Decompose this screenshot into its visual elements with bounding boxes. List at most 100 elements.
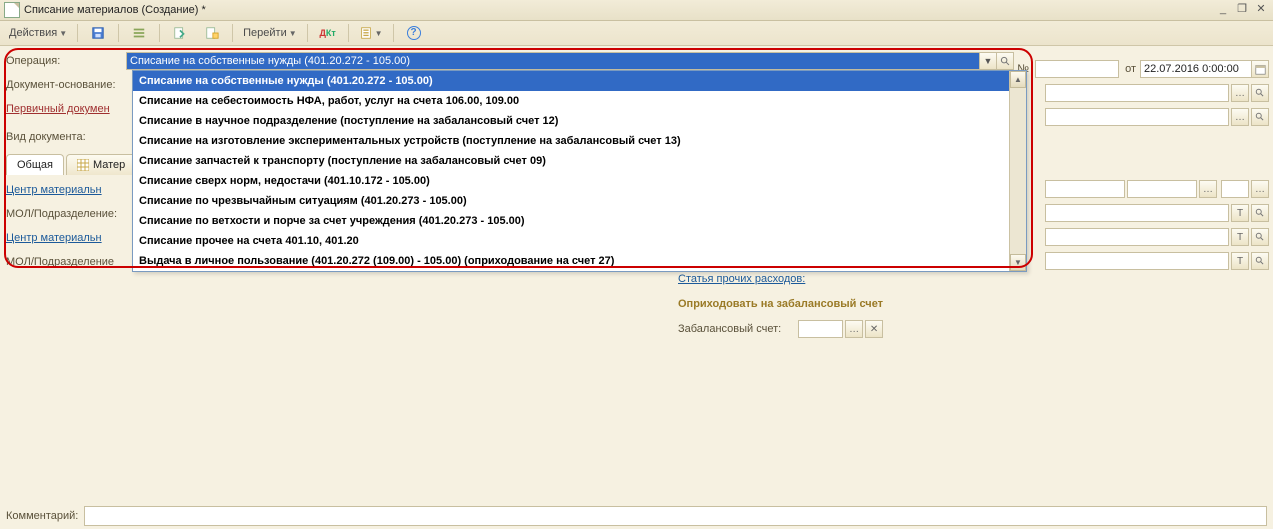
rf1-input[interactable]	[1045, 84, 1229, 102]
misc-panel: Статья прочих расходов: Оприходовать на …	[678, 268, 883, 343]
restore-button[interactable]: ❐	[1234, 3, 1250, 17]
dropdown-item[interactable]: Списание по чрезвычайным ситуациям (401.…	[133, 191, 1026, 211]
rf-1: …	[1045, 82, 1269, 104]
offbal-label: Забалансовый счет:	[678, 323, 798, 335]
dropdown-item[interactable]: Списание в научное подразделение (поступ…	[133, 111, 1026, 131]
rf2-input[interactable]	[1045, 108, 1229, 126]
rf-6: T	[1045, 250, 1269, 272]
dropdown-scrollbar[interactable]: ▲ ▼	[1009, 71, 1026, 271]
report-button[interactable]: ▼	[354, 22, 388, 44]
mol1-label: МОЛ/Подразделение:	[6, 208, 126, 220]
window-titlebar: Списание материалов (Создание) * _ ❐ ✕	[0, 0, 1273, 21]
operation-input[interactable]: Списание на собственные нужды (401.20.27…	[126, 52, 980, 70]
scroll-up-button[interactable]: ▲	[1010, 71, 1026, 88]
dropdown-item[interactable]: Списание на собственные нужды (401.20.27…	[133, 71, 1026, 91]
rf2-more-button[interactable]: …	[1231, 108, 1249, 126]
rf2-search-button[interactable]	[1251, 108, 1269, 126]
rf6-t-button[interactable]: T	[1231, 252, 1249, 270]
grid-icon	[77, 159, 89, 171]
separator	[348, 24, 349, 42]
from-label: от	[1125, 63, 1136, 75]
rf3c-more-button[interactable]: …	[1251, 180, 1269, 198]
operation-dropdown-button[interactable]: ▼	[980, 52, 997, 70]
rf4-input[interactable]	[1045, 204, 1229, 222]
tab-common[interactable]: Общая	[6, 154, 64, 175]
comment-input[interactable]	[84, 506, 1267, 526]
docnum-row: № от 22.07.2016 0:00:00	[1017, 58, 1269, 80]
main-toolbar: Действия▼ Перейти▼ ДКт ▼ ?	[0, 21, 1273, 46]
rf3b-input[interactable]	[1127, 180, 1197, 198]
list-button[interactable]	[124, 22, 154, 44]
rf4-search-button[interactable]	[1251, 204, 1269, 222]
right-fields: … … … … T T T	[1045, 82, 1269, 274]
rf-2: …	[1045, 106, 1269, 128]
goto-menu[interactable]: Перейти▼	[238, 22, 302, 44]
offbal-heading-row: Оприходовать на забалансовый счет	[678, 293, 883, 315]
dk-button[interactable]: ДКт	[313, 22, 343, 44]
actions-menu[interactable]: Действия▼	[4, 22, 72, 44]
window-title: Списание материалов (Создание) *	[24, 4, 1212, 16]
post-button[interactable]	[165, 22, 195, 44]
center2-label[interactable]: Центр материальн	[6, 232, 126, 244]
goto-label: Перейти	[243, 27, 287, 39]
rf6-input[interactable]	[1045, 252, 1229, 270]
other-exp-label[interactable]: Статья прочих расходов:	[678, 273, 805, 285]
separator	[118, 24, 119, 42]
rf1-search-button[interactable]	[1251, 84, 1269, 102]
number-input[interactable]	[1035, 60, 1119, 78]
operation-search-button[interactable]	[997, 52, 1014, 70]
post-close-button[interactable]	[197, 22, 227, 44]
separator	[77, 24, 78, 42]
rf3-input[interactable]	[1045, 180, 1125, 198]
calendar-button[interactable]	[1252, 60, 1269, 78]
actions-label: Действия	[9, 27, 57, 39]
offbal-heading: Оприходовать на забалансовый счет	[678, 298, 883, 310]
separator	[159, 24, 160, 42]
comment-bar: Комментарий:	[0, 505, 1273, 527]
dropdown-item[interactable]: Выдача в личное пользование (401.20.272 …	[133, 251, 1026, 271]
scroll-down-button[interactable]: ▼	[1010, 254, 1026, 271]
help-button[interactable]: ?	[399, 22, 429, 44]
question-icon: ?	[407, 26, 421, 40]
close-button[interactable]: ✕	[1253, 3, 1269, 17]
tab-common-label: Общая	[17, 159, 53, 171]
tab-materials[interactable]: Матер	[66, 154, 136, 175]
rf3b-more-button[interactable]: …	[1199, 180, 1217, 198]
center1-label[interactable]: Центр материальн	[6, 184, 126, 196]
comment-label: Комментарий:	[6, 510, 78, 522]
operation-dropdown[interactable]: Списание на собственные нужды (401.20.27…	[132, 70, 1027, 272]
dropdown-item[interactable]: Списание на себестоимость НФА, работ, ус…	[133, 91, 1026, 111]
minimize-button[interactable]: _	[1215, 3, 1231, 17]
offbal-clear-button[interactable]: ✕	[865, 320, 883, 338]
rf5-input[interactable]	[1045, 228, 1229, 246]
rf6-search-button[interactable]	[1251, 252, 1269, 270]
separator	[307, 24, 308, 42]
rf4-t-button[interactable]: T	[1231, 204, 1249, 222]
rf1-more-button[interactable]: …	[1231, 84, 1249, 102]
operation-label: Операция:	[6, 55, 126, 67]
dropdown-item[interactable]: Списание сверх норм, недостачи (401.10.1…	[133, 171, 1026, 191]
dropdown-item[interactable]: Списание по ветхости и порче за счет учр…	[133, 211, 1026, 231]
primary-label[interactable]: Первичный докумен	[6, 103, 126, 115]
chevron-down-icon: ▼	[375, 29, 383, 38]
offbal-input[interactable]	[798, 320, 843, 338]
separator	[393, 24, 394, 42]
chevron-down-icon: ▼	[59, 29, 67, 38]
save-button[interactable]	[83, 22, 113, 44]
offbal-more-button[interactable]: …	[845, 320, 863, 338]
basis-label: Документ-основание:	[6, 79, 126, 91]
rf-4: T	[1045, 202, 1269, 224]
rf5-t-button[interactable]: T	[1231, 228, 1249, 246]
dropdown-item[interactable]: Списание на изготовление экспериментальн…	[133, 131, 1026, 151]
dropdown-item[interactable]: Списание запчастей к транспорту (поступл…	[133, 151, 1026, 171]
tab-materials-label: Матер	[93, 159, 125, 171]
document-icon	[4, 2, 20, 18]
rf5-search-button[interactable]	[1251, 228, 1269, 246]
doctype-label: Вид документа:	[6, 131, 126, 143]
rf-5: T	[1045, 226, 1269, 248]
rf3c-input[interactable]	[1221, 180, 1249, 198]
mol2-label: МОЛ/Подразделение	[6, 256, 126, 268]
date-input[interactable]: 22.07.2016 0:00:00	[1140, 60, 1252, 78]
rf-3: … …	[1045, 178, 1269, 200]
dropdown-item[interactable]: Списание прочее на счета 401.10, 401.20	[133, 231, 1026, 251]
